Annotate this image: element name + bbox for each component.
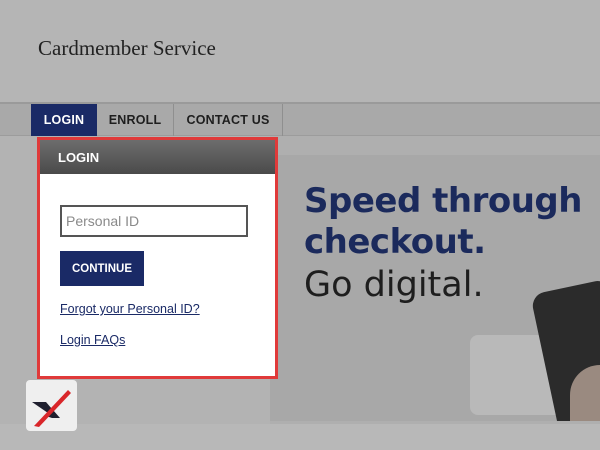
promo-banner: Speed through checkout. Go digital. (270, 155, 600, 421)
site-title: Cardmember Service (38, 36, 216, 60)
personal-id-input[interactable] (60, 205, 248, 237)
continue-button[interactable]: CONTINUE (60, 251, 144, 286)
login-faqs-link[interactable]: Login FAQs (60, 333, 125, 347)
footer-strip (0, 424, 600, 450)
forgot-personal-id-link[interactable]: Forgot your Personal ID? (60, 302, 200, 316)
login-panel: LOGIN CONTINUE Forgot your Personal ID? … (37, 137, 278, 379)
tab-login[interactable]: LOGIN (31, 104, 97, 136)
tab-contact-us[interactable]: CONTACT US (174, 104, 283, 136)
login-panel-title: LOGIN (40, 140, 275, 174)
banner-headline-line1: Speed through (304, 181, 582, 221)
tab-enroll[interactable]: ENROLL (97, 104, 174, 136)
main-nav: LOGIN ENROLL CONTACT US (0, 102, 600, 136)
banner-subline: Go digital. (304, 265, 484, 305)
banner-headline-line2: checkout. (304, 222, 486, 262)
site-header: Cardmember Service (0, 0, 600, 102)
x-logo-icon (26, 380, 77, 431)
